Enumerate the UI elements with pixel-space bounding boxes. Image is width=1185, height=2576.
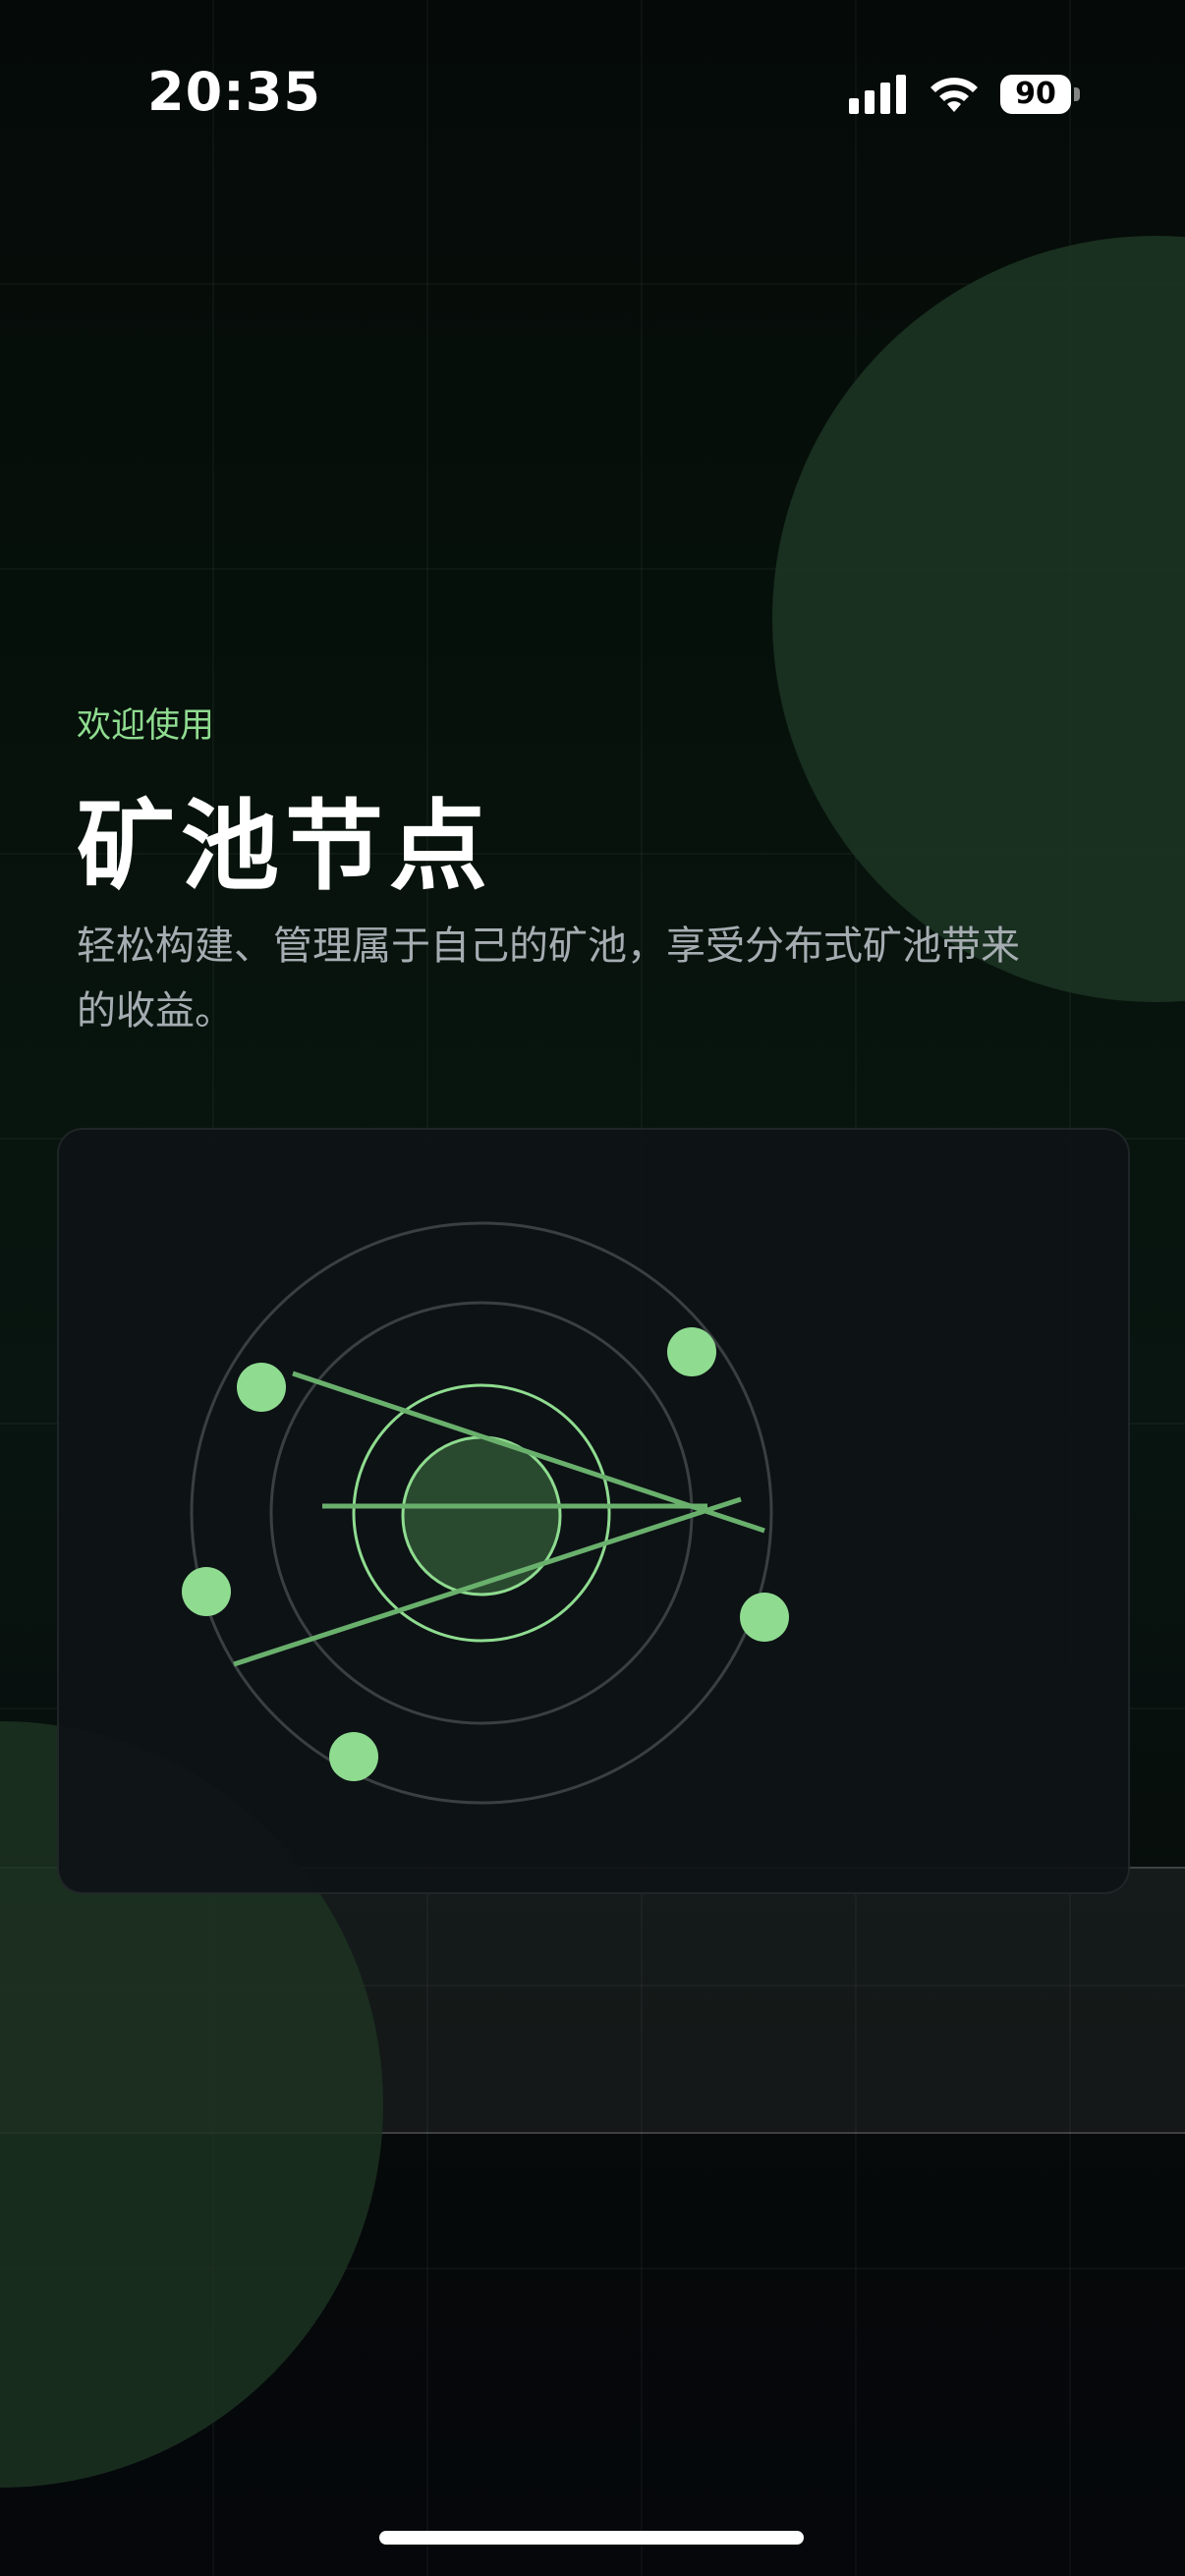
decor-circle-top-right bbox=[772, 236, 1185, 1002]
page-subtitle: 轻松构建、管理属于自己的矿池，享受分布式矿池带来的收益。 bbox=[77, 924, 1020, 1034]
node-dot bbox=[329, 1732, 378, 1781]
status-time: 20:35 bbox=[147, 61, 321, 123]
node-dot bbox=[237, 1363, 286, 1412]
welcome-label: 欢迎使用 bbox=[77, 706, 215, 746]
signal-icon bbox=[849, 75, 906, 114]
illustration-card bbox=[57, 1128, 1130, 1894]
mining-pool-network-icon bbox=[182, 1221, 789, 1805]
battery-tip bbox=[1074, 87, 1080, 101]
node-dot bbox=[667, 1327, 716, 1376]
page-title: 矿池节点 bbox=[77, 789, 493, 904]
node-dot bbox=[182, 1567, 231, 1616]
battery-icon: 90 bbox=[1000, 75, 1081, 116]
node-dot bbox=[740, 1593, 789, 1642]
wifi-icon bbox=[931, 78, 978, 112]
home-indicator[interactable] bbox=[379, 2531, 804, 2545]
battery-level: 90 bbox=[1000, 75, 1071, 114]
pool-core bbox=[401, 1435, 562, 1596]
